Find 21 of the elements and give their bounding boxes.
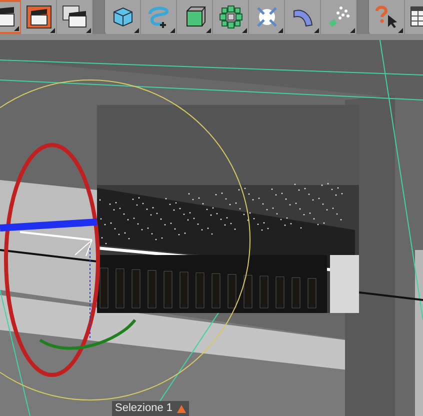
help-cursor-icon	[374, 5, 400, 29]
selection-name: Selezione 1	[115, 403, 172, 414]
corner-triangle-icon	[14, 26, 19, 31]
triangle-icon	[176, 404, 186, 412]
clapboards-icon	[62, 5, 88, 29]
corner-triangle-icon	[350, 28, 355, 33]
clapboard-icon	[26, 5, 52, 29]
corner-triangle-icon	[86, 28, 91, 33]
corner-triangle-icon	[50, 28, 55, 33]
particles-icon	[326, 5, 350, 29]
spline-icon	[146, 5, 172, 29]
corner-triangle-icon	[134, 28, 139, 33]
corner-triangle-icon	[206, 28, 211, 33]
corner-triangle-icon	[242, 28, 247, 33]
arrows-icon	[254, 5, 278, 29]
corner-triangle-icon	[170, 28, 175, 33]
corner-triangle-icon	[278, 28, 283, 33]
cube-icon	[112, 6, 134, 28]
corner-triangle-icon	[398, 28, 403, 33]
corner-triangle-icon	[314, 28, 319, 33]
cloner-icon	[218, 5, 242, 29]
